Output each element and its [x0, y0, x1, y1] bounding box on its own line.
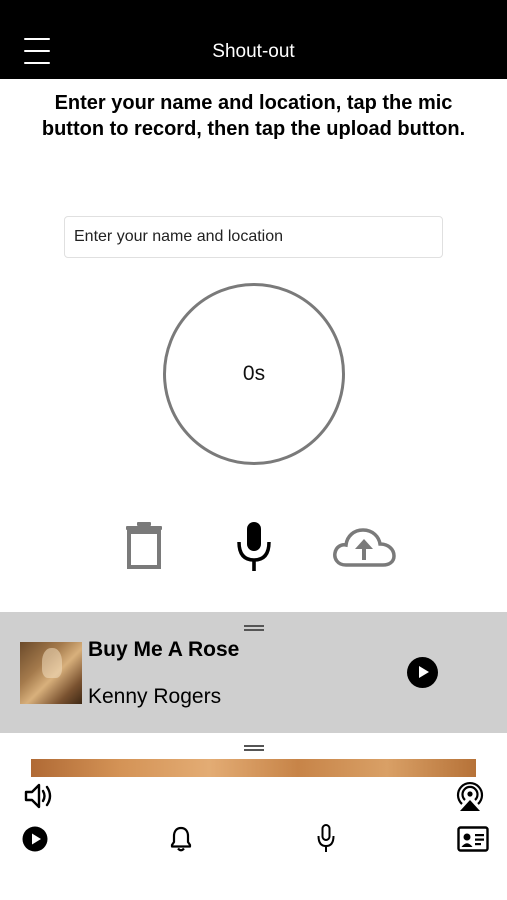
song-title: Buy Me A Rose — [88, 638, 240, 661]
upload-button[interactable] — [332, 527, 396, 569]
name-location-input[interactable] — [64, 216, 443, 258]
tab-contact[interactable] — [457, 826, 489, 852]
tab-play[interactable] — [22, 826, 48, 852]
tab-notifications[interactable] — [170, 826, 192, 852]
play-circle-icon — [22, 826, 48, 852]
drag-handle-icon[interactable] — [244, 624, 264, 632]
speaker-volume-icon[interactable] — [24, 782, 54, 810]
microphone-icon — [317, 824, 335, 852]
instructions-text: Enter your name and location, tap the mi… — [41, 92, 466, 140]
player-drag-handle-icon[interactable] — [244, 744, 264, 752]
page-title: Shout-out — [212, 41, 295, 62]
elapsed-time: 0s — [242, 362, 266, 385]
microphone-icon — [237, 522, 271, 571]
play-icon[interactable] — [407, 657, 438, 688]
recording-timer: 0s — [163, 283, 345, 465]
bell-icon — [170, 826, 192, 852]
trash-icon — [126, 522, 162, 569]
contact-card-icon — [457, 826, 489, 852]
album-art-strip — [31, 759, 476, 777]
delete-button[interactable] — [124, 520, 164, 570]
tab-shout-out[interactable] — [316, 824, 336, 854]
airplay-icon[interactable] — [453, 780, 487, 812]
cloud-upload-icon — [333, 528, 396, 567]
song-artist: Kenny Rogers — [88, 685, 222, 708]
app-header: Shout-out — [0, 0, 507, 79]
now-playing-panel[interactable]: Buy Me A Rose Kenny Rogers — [0, 612, 507, 733]
record-button[interactable] — [234, 520, 274, 572]
album-art — [20, 642, 82, 704]
